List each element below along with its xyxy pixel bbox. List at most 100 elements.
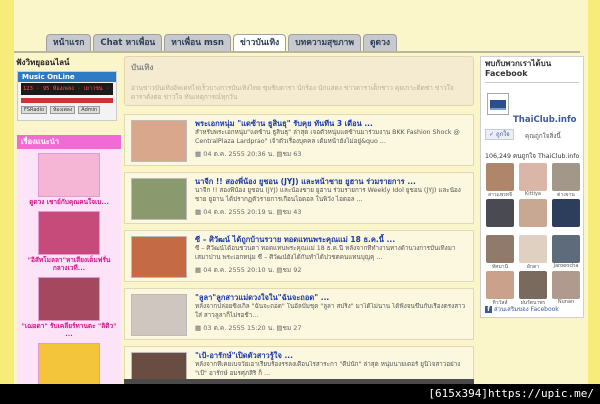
calendar-icon: ▦ [195, 324, 202, 332]
fan-name[interactable]: Jaroencha [551, 263, 581, 270]
fan-avatar[interactable]: Nunan [551, 271, 581, 306]
category-header: บันเทิง อ่านข่าวบันเทิงอัพเดทไฟเร็วบางกา… [124, 56, 474, 106]
fan-name[interactable]: ผักตา [518, 263, 548, 270]
recommend-item[interactable]: "อิสัทโมลลา"หาเสียงเด็มฟรั่น กลางเวที... [17, 211, 121, 273]
tab-divider [14, 51, 580, 53]
admin-button[interactable]: Admin [78, 106, 101, 114]
news-date: 04 ต.ค. 2555 20:19 น. [203, 208, 275, 216]
music-room-button[interactable]: ห้องเพลง [50, 106, 76, 114]
tab-health-articles[interactable]: บทความสุขภาพ [288, 34, 362, 51]
recommend-item[interactable]: ดูดวง เชาย์กับคุณคนใจเบ... [17, 153, 121, 207]
recommend-link[interactable]: "อิสัทโมลลา"หาเสียงเด็มฟรั่น กลางเวที... [17, 255, 121, 273]
news-date: 03 ต.ค. 2555 15:20 น. [203, 324, 275, 332]
fan-avatar[interactable]: ทิววัสส์ [485, 271, 515, 306]
recommend-list: ดูดวง เชาย์กับคุณคนใจเบ... "อิสัทโมลลา"ห… [17, 149, 121, 395]
like-count: 106,249 คนถูกใจ ThaiClub.info [485, 153, 580, 160]
fan-avatar[interactable]: Jaroencha [551, 235, 581, 270]
like-button[interactable]: ✓ ถูกใจ [485, 129, 514, 140]
recommend-heading: เรื่องแนะนำ [17, 135, 121, 149]
recommend-link[interactable]: "เฌอดา" รับเคลียร์ทานตะ "ลิดิว" ... [17, 321, 121, 339]
news-meta: ▦ 04 ต.ค. 2555 20:19 น. ▤ชม 43 [195, 207, 302, 217]
tab-entertainment-news[interactable]: ข่าวบันเทิง [232, 34, 287, 51]
tab-horoscope[interactable]: ดูดวง [363, 34, 397, 51]
avatar[interactable] [486, 163, 514, 191]
recommend-thumbnail[interactable] [38, 277, 100, 321]
news-thumbnail[interactable] [131, 178, 187, 220]
fan-avatar[interactable] [551, 199, 581, 234]
tab-chat[interactable]: Chat หาเพื่อน [93, 34, 163, 51]
news-item: พระเอกหนุ่ม "แดซ้าน ธูสินธุ" รับคุย ทันท… [124, 114, 474, 166]
facebook-plugin-link[interactable]: f ส่วนเสริมของ Facebook [485, 304, 559, 314]
fan-name[interactable]: ต่างจาน [551, 191, 581, 198]
avatar[interactable] [519, 235, 547, 263]
news-date: 04 ต.ค. 2555 20:10 น. [203, 266, 275, 274]
news-list: พระเอกหนุ่ม "แดซ้าน ธูสินธุ" รับคุย ทันท… [124, 114, 474, 398]
fan-name[interactable]: สาวแพรทจี [485, 191, 515, 198]
facebook-page-name[interactable]: ThaiClub.info [513, 115, 577, 125]
recommend-link[interactable]: ดูดวง เชาย์กับคุณคนใจเบ... [17, 197, 121, 207]
news-date: 04 ต.ค. 2555 20:36 น. [203, 150, 275, 158]
avatar[interactable] [552, 271, 580, 299]
news-item: ซี – ศิวัฒน์ ได้ถูกบ้านรวาย ทอดแทนพระคุณ… [124, 230, 474, 282]
recommend-item[interactable]: "เฌอดา" รับเคลียร์ทานตะ "ลิดิว" ... [17, 277, 121, 339]
player-buttons: FSRadio ห้องเพลง Admin [21, 106, 101, 114]
fan-avatar[interactable]: Kittiya [518, 163, 548, 198]
recommend-thumbnail[interactable] [38, 343, 100, 387]
news-views: ชม 92 [282, 266, 302, 274]
news-thumbnail[interactable] [131, 120, 187, 162]
avatar[interactable] [552, 235, 580, 263]
news-item: "ลูลา"ลูกสาวแม่ดวงใจใน"ฉันจะถอด" ... หลั… [124, 288, 474, 340]
avatar[interactable] [519, 271, 547, 299]
fan-name[interactable] [518, 227, 548, 234]
like-button-label: ถูกใจ [495, 131, 510, 138]
fan-avatar[interactable]: ผักตา [518, 235, 548, 270]
avatar[interactable] [552, 199, 580, 227]
radio-player: Music OnLine 123 · 95 ห้องเพลง · เยาวชน … [17, 71, 117, 121]
fan-avatar[interactable]: สาวแพรทจี [485, 163, 515, 198]
calendar-icon: ▦ [195, 150, 202, 158]
player-volume-bar[interactable] [21, 98, 113, 103]
fan-avatar[interactable]: ทัศมานี [485, 235, 515, 270]
fan-avatar[interactable]: ฝนรัตนาพร [518, 271, 548, 306]
facebook-like-box: พบกับพวกเราได้บน Facebook ThaiClub.info … [480, 56, 584, 318]
you-like-this-text: คุณถูกใจสิ่งนี้ [525, 133, 561, 140]
category-title: บันเทิง [131, 63, 154, 72]
tab-home[interactable]: หน้าแรก [46, 34, 92, 51]
news-excerpt: สำหรับพระเอกหนุ่ม"แดซ้าน ธูสินธุ" ล่าสุด… [195, 129, 460, 145]
radio-heading: ฟังวิทยุออนไลน์ [16, 58, 70, 67]
plugin-text: ส่วนเสริมของ Facebook [494, 306, 559, 313]
fan-name[interactable]: Kittiya [518, 191, 548, 198]
fan-grid: สาวแพรทจี Kittiya ต่างจาน ทัศมานี ผักตา … [485, 163, 581, 306]
fan-avatar[interactable]: ต่างจาน [551, 163, 581, 198]
fan-name[interactable]: ทัศมานี [485, 263, 515, 270]
page-logo[interactable] [487, 93, 509, 115]
avatar[interactable] [552, 163, 580, 191]
recommend-thumbnail[interactable] [38, 211, 100, 255]
image-footer-bar: [615x394]https://upic.me/ [0, 384, 600, 404]
calendar-icon: ▦ [195, 208, 202, 216]
fan-avatar[interactable] [518, 199, 548, 234]
fan-name[interactable] [551, 227, 581, 234]
news-meta: ▦ 04 ต.ค. 2555 20:10 น. ▤ชม 92 [195, 265, 302, 275]
avatar[interactable] [519, 199, 547, 227]
news-excerpt: หลังจากที่เคยเบจวัยเอาเรียบร้องรรลงเดือน… [195, 361, 461, 377]
news-item: นาจีก !! สองพี่น้อง ยูชอน (JYJ) และหน้าช… [124, 172, 474, 224]
avatar[interactable] [486, 235, 514, 263]
news-meta: ▦ 03 ต.ค. 2555 15:20 น. ▤ชม 27 [195, 323, 302, 333]
fan-avatar[interactable] [485, 199, 515, 234]
avatar[interactable] [519, 163, 547, 191]
news-views: ชม 43 [282, 208, 302, 216]
tab-msn[interactable]: หาเพื่อน msn [164, 34, 231, 51]
avatar[interactable] [486, 271, 514, 299]
news-thumbnail[interactable] [131, 236, 187, 278]
main-nav-tabs: หน้าแรก Chat หาเพื่อน หาเพื่อน msn ข่าวบ… [46, 34, 397, 51]
news-thumbnail[interactable] [131, 294, 187, 336]
avatar[interactable] [486, 199, 514, 227]
fan-name[interactable] [485, 227, 515, 234]
facebook-box-title: พบกับพวกเราได้บน Facebook [485, 59, 552, 78]
recommend-item[interactable] [17, 343, 121, 387]
recommend-thumbnail[interactable] [38, 153, 100, 197]
left-border [0, 0, 14, 384]
fsradio-button[interactable]: FSRadio [21, 106, 48, 114]
news-views: ชม 63 [282, 150, 302, 158]
